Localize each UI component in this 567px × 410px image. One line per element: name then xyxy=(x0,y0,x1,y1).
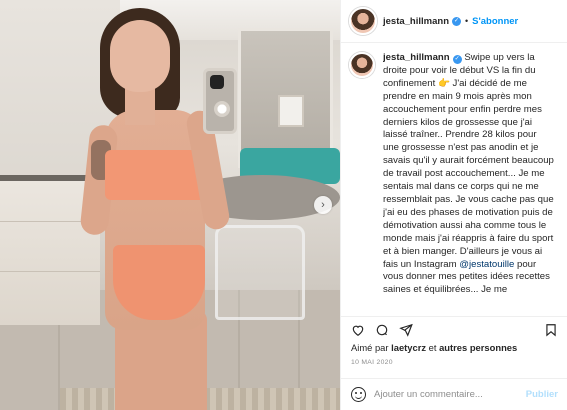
post-sidebar: jesta_hillmann ✓ • S'abonner jesta_hillm… xyxy=(340,0,567,410)
pointing-hand-emoji: 👉 xyxy=(437,77,450,89)
likes-prefix: Aimé par xyxy=(351,342,392,353)
caption-part-2: J'ai décidé de me prendre en main 9 mois… xyxy=(383,77,554,270)
next-image-button[interactable]: › xyxy=(314,196,332,214)
action-bar xyxy=(341,316,567,342)
caption-avatar[interactable] xyxy=(349,52,375,78)
follow-button[interactable]: S'abonner xyxy=(472,16,518,27)
heart-icon[interactable] xyxy=(351,323,365,337)
comment-input[interactable] xyxy=(374,389,526,400)
bookmark-icon[interactable] xyxy=(544,323,558,337)
emoji-icon[interactable] xyxy=(351,387,366,402)
caption-text: jesta_hillmann ✓ Swipe up vers la droite … xyxy=(383,52,555,314)
header-username[interactable]: jesta_hillmann xyxy=(383,16,449,27)
likes-user-link[interactable]: laetycrz xyxy=(391,342,426,353)
post-photo[interactable]: › xyxy=(0,0,340,410)
mention-link[interactable]: @jestatouille xyxy=(459,259,514,270)
post-date[interactable]: 10 MAI 2020 xyxy=(351,359,393,366)
comment-bar: Publier xyxy=(341,378,567,410)
likes-others-link[interactable]: autres personnes xyxy=(439,342,517,353)
chevron-right-icon: › xyxy=(321,199,325,211)
instagram-post: › jesta_hillmann ✓ • S'abonner jesta_hil… xyxy=(0,0,567,410)
caption-username[interactable]: jesta_hillmann xyxy=(383,52,450,63)
publish-button[interactable]: Publier xyxy=(526,389,558,400)
verified-badge-icon: ✓ xyxy=(452,16,461,26)
photo-person xyxy=(75,0,275,410)
verified-badge-icon: ✓ xyxy=(452,55,462,64)
photo-phone xyxy=(203,68,237,134)
likes-summary: Aimé par laetycrz et autres personnes xyxy=(351,342,517,353)
caption-block: jesta_hillmann ✓ Swipe up vers la droite … xyxy=(341,52,567,310)
comment-icon[interactable] xyxy=(375,323,389,337)
separator-dot: • xyxy=(465,16,469,26)
share-icon[interactable] xyxy=(399,323,413,337)
avatar[interactable] xyxy=(349,7,377,35)
post-header: jesta_hillmann ✓ • S'abonner xyxy=(341,0,567,43)
likes-middle: et xyxy=(426,342,440,353)
photo-poster xyxy=(278,95,304,127)
